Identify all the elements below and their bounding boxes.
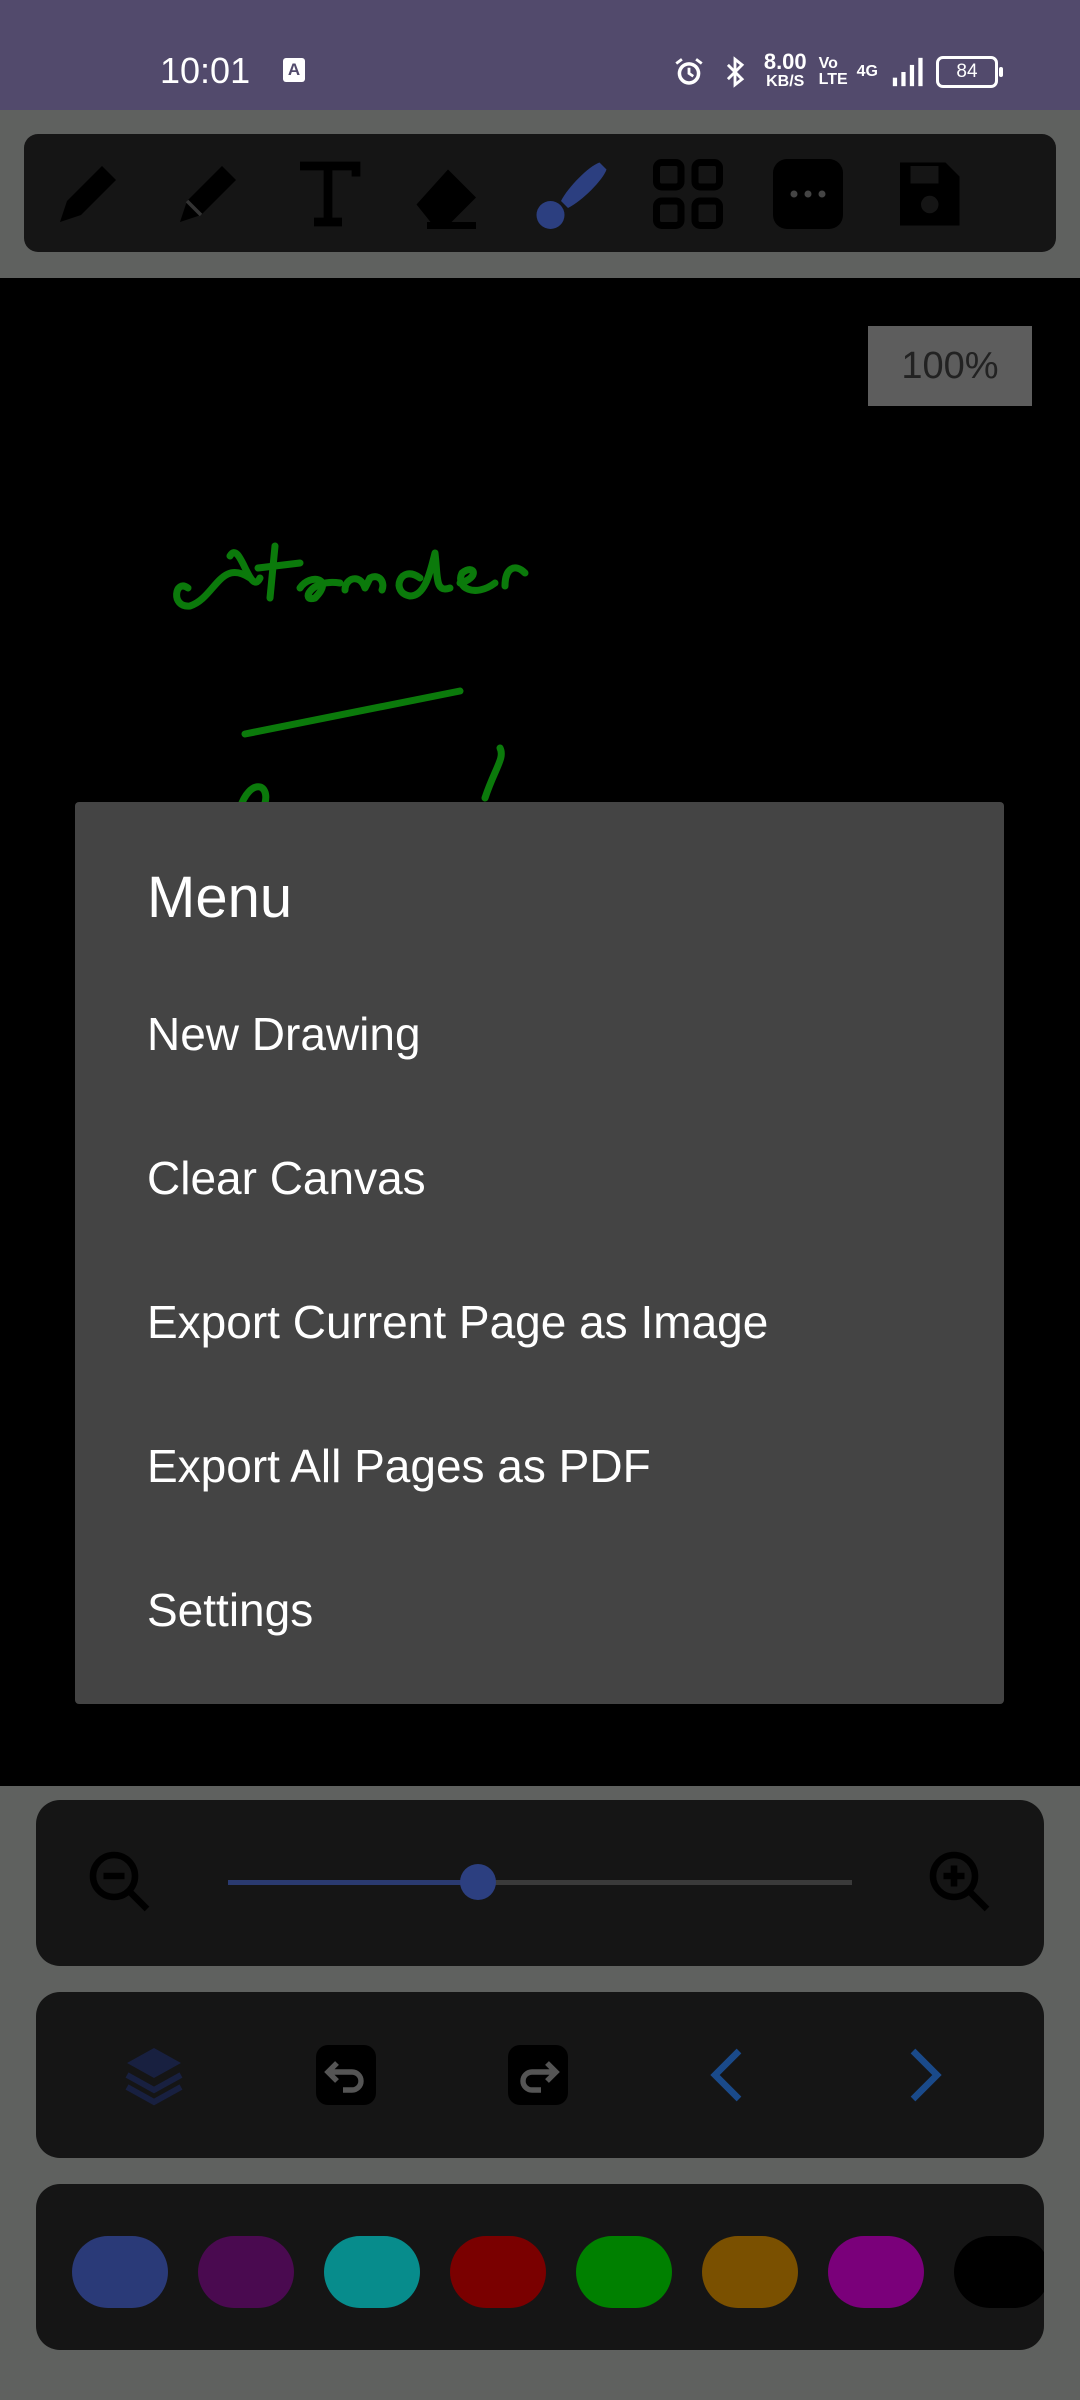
more-icon[interactable] bbox=[766, 152, 850, 236]
color-swatch[interactable] bbox=[702, 2236, 798, 2308]
color-swatch[interactable] bbox=[576, 2236, 672, 2308]
grid-icon[interactable] bbox=[646, 152, 730, 236]
menu-title: Menu bbox=[147, 865, 293, 930]
network-speed-unit: KB/S bbox=[766, 73, 805, 90]
menu-item-export-pdf[interactable]: Export All Pages as PDF bbox=[147, 1439, 651, 1493]
status-bar: 10:01 A 8.00 KB/S Vo LTE 4G 84 bbox=[0, 0, 1080, 110]
color-swatch[interactable] bbox=[828, 2236, 924, 2308]
bluetooth-icon bbox=[718, 55, 752, 89]
signal-icon bbox=[890, 55, 924, 89]
drawing-toolbar bbox=[24, 134, 1056, 252]
zoom-in-icon[interactable] bbox=[924, 1846, 996, 1918]
navigation-panel bbox=[36, 1992, 1044, 2158]
zoom-slider-thumb[interactable] bbox=[459, 1864, 496, 1900]
zoom-panel bbox=[36, 1800, 1044, 1966]
a-notification-icon: A bbox=[283, 58, 305, 82]
chevron-right-icon[interactable] bbox=[886, 2039, 958, 2111]
eraser-icon[interactable] bbox=[406, 152, 490, 236]
color-swatch[interactable] bbox=[954, 2236, 1044, 2308]
zoom-out-icon[interactable] bbox=[84, 1846, 156, 1918]
network-speed-value: 8.00 bbox=[763, 49, 807, 74]
text-icon[interactable] bbox=[286, 152, 370, 236]
menu-item-export-image[interactable]: Export Current Page as Image bbox=[147, 1295, 768, 1349]
color-swatch[interactable] bbox=[450, 2236, 546, 2308]
redo-icon[interactable] bbox=[502, 2039, 574, 2111]
zoom-slider[interactable] bbox=[228, 1864, 852, 1900]
color-swatch[interactable] bbox=[72, 2236, 168, 2308]
status-time: 10:01 bbox=[160, 50, 251, 91]
chevron-left-icon[interactable] bbox=[694, 2039, 766, 2111]
menu-dialog: Menu New Drawing Clear Canvas Export Cur… bbox=[75, 802, 1004, 1704]
network-type: 4G bbox=[856, 63, 878, 80]
color-swatch[interactable] bbox=[324, 2236, 420, 2308]
color-palette bbox=[36, 2184, 1044, 2350]
save-icon[interactable] bbox=[886, 152, 970, 236]
network-speed: 8.00 KB/S bbox=[763, 49, 807, 92]
undo-icon[interactable] bbox=[310, 2039, 382, 2111]
menu-item-new-drawing[interactable]: New Drawing bbox=[147, 1007, 421, 1061]
handwriting-strokes bbox=[173, 542, 529, 812]
menu-item-clear-canvas[interactable]: Clear Canvas bbox=[147, 1151, 426, 1205]
layers-icon[interactable] bbox=[118, 2039, 190, 2111]
menu-item-settings[interactable]: Settings bbox=[147, 1583, 313, 1637]
pencil-icon[interactable] bbox=[166, 152, 250, 236]
battery-indicator: 84 bbox=[936, 56, 1003, 88]
status-icons: 8.00 KB/S Vo LTE 4G 84 bbox=[672, 49, 1003, 92]
pen-icon[interactable] bbox=[46, 152, 130, 236]
zoom-slider-fill bbox=[228, 1880, 478, 1885]
volte-label: Vo LTE bbox=[818, 55, 848, 88]
color-swatch[interactable] bbox=[198, 2236, 294, 2308]
alarm-icon bbox=[672, 55, 706, 89]
brush-icon[interactable] bbox=[526, 152, 610, 236]
